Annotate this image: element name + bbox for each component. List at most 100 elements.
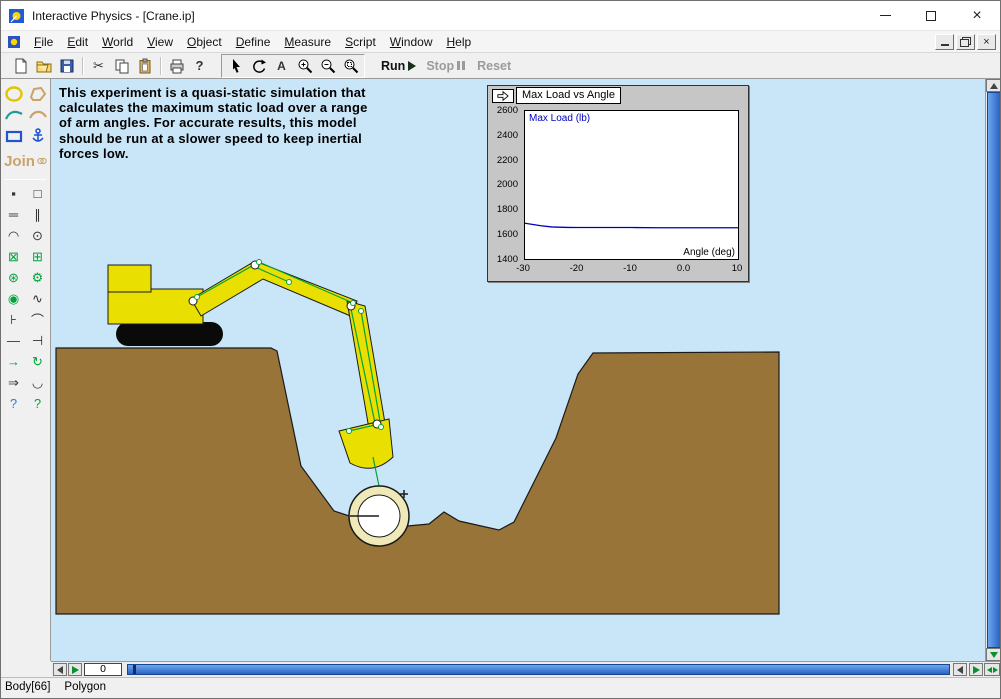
excavator-bucket[interactable] bbox=[339, 419, 393, 468]
help-button[interactable]: ? bbox=[188, 55, 211, 76]
excavator-boom[interactable] bbox=[191, 261, 357, 317]
step-back-button[interactable] bbox=[53, 663, 67, 676]
menu-item-world[interactable]: World bbox=[95, 33, 140, 51]
zoom-in-button[interactable] bbox=[293, 55, 316, 76]
palette-divider bbox=[5, 179, 46, 180]
vertical-slot-tool[interactable]: ∥ bbox=[26, 204, 50, 225]
close-button[interactable]: × bbox=[954, 1, 1000, 30]
zoom-in-icon bbox=[297, 58, 313, 74]
chart-series-label: Max Load (lb) bbox=[529, 113, 590, 124]
motor-tool[interactable]: ⊛ bbox=[2, 267, 26, 288]
horizontal-slot-tool[interactable]: ═ bbox=[2, 204, 26, 225]
menu-item-measure[interactable]: Measure bbox=[277, 33, 338, 51]
menu-bar: FileEditWorldViewObjectDefineMeasureScri… bbox=[1, 31, 1000, 53]
rope-tool[interactable]: ⌒ bbox=[26, 309, 50, 330]
rotate-tool-button[interactable] bbox=[247, 55, 270, 76]
chart-window[interactable]: Max Load vs Angle 2600240022002000180016… bbox=[487, 85, 749, 282]
mdi-restore-button[interactable] bbox=[956, 34, 975, 50]
load-gauge[interactable] bbox=[349, 486, 409, 546]
tape-play-button[interactable] bbox=[68, 663, 82, 676]
torque-tool[interactable]: ↻ bbox=[26, 351, 50, 372]
menu-item-script[interactable]: Script bbox=[338, 33, 383, 51]
scroll-down-button[interactable] bbox=[986, 648, 1001, 661]
spring-tool[interactable]: ∿ bbox=[26, 288, 50, 309]
menu-item-file[interactable]: File bbox=[27, 33, 60, 51]
curved-body-tool[interactable] bbox=[2, 104, 26, 125]
instruction-line: of arm angles. For accurate results, thi… bbox=[59, 115, 368, 130]
polygon-body-tool[interactable] bbox=[26, 83, 50, 104]
cut-button[interactable]: ✂ bbox=[87, 55, 110, 76]
excavator-cab[interactable] bbox=[108, 265, 151, 292]
document-icon[interactable] bbox=[7, 35, 21, 49]
curved-slot-tool[interactable]: ◠ bbox=[2, 225, 26, 246]
chart-x-ticks: -30-20-100.010 bbox=[510, 263, 750, 274]
minimize-button[interactable] bbox=[862, 1, 908, 30]
print-button[interactable] bbox=[165, 55, 188, 76]
new-document-button[interactable] bbox=[9, 55, 32, 76]
scroll-corner-buttons[interactable] bbox=[984, 663, 1000, 676]
pin-joint-tool[interactable]: ⊙ bbox=[26, 225, 50, 246]
circle-body-tool[interactable] bbox=[2, 83, 26, 104]
excavator-chassis[interactable] bbox=[108, 289, 203, 324]
tape-step-back-right-button[interactable] bbox=[953, 663, 967, 676]
reset-button[interactable]: Reset bbox=[477, 59, 511, 73]
measure-force-tool[interactable]: ? bbox=[26, 393, 50, 414]
save-button[interactable] bbox=[55, 55, 78, 76]
pulley-tool[interactable]: ◉ bbox=[2, 288, 26, 309]
zoom-window-button[interactable] bbox=[339, 55, 362, 76]
vertical-scroll-track[interactable] bbox=[987, 92, 1001, 648]
scroll-up-button[interactable] bbox=[986, 79, 1001, 92]
slot-joint-tool[interactable]: ⊞ bbox=[26, 246, 50, 267]
menu-item-view[interactable]: View bbox=[140, 33, 180, 51]
open-file-button[interactable] bbox=[32, 55, 55, 76]
menu-items: FileEditWorldViewObjectDefineMeasureScri… bbox=[27, 33, 478, 51]
menu-item-edit[interactable]: Edit bbox=[60, 33, 95, 51]
gear-joint-tool[interactable]: ⚙ bbox=[26, 267, 50, 288]
menu-item-help[interactable]: Help bbox=[439, 33, 478, 51]
x-tick-label: 0.0 bbox=[671, 263, 697, 274]
menu-item-define[interactable]: Define bbox=[229, 33, 278, 51]
curved-polygon-body-tool[interactable] bbox=[26, 104, 50, 125]
terrain-body[interactable] bbox=[56, 348, 779, 614]
paste-button[interactable] bbox=[133, 55, 156, 76]
copy-button[interactable] bbox=[110, 55, 133, 76]
mdi-close-button[interactable]: × bbox=[977, 34, 996, 50]
force-tool[interactable]: → bbox=[2, 351, 26, 372]
chart-line bbox=[525, 223, 738, 227]
square-point-joint-tool[interactable]: □ bbox=[26, 183, 50, 204]
mdi-minimize-button[interactable] bbox=[935, 34, 954, 50]
vertical-scrollbar[interactable] bbox=[985, 79, 1001, 661]
title-bar[interactable]: Interactive Physics - [Crane.ip] × bbox=[1, 1, 1000, 31]
separator-tool[interactable]: ⊣ bbox=[26, 330, 50, 351]
tape-scroll-track[interactable] bbox=[127, 664, 950, 675]
join-button[interactable]: Join bbox=[1, 146, 50, 176]
menu-item-object[interactable]: Object bbox=[180, 33, 229, 51]
tape-step-forward-button[interactable] bbox=[969, 663, 983, 676]
text-tool-button[interactable]: A bbox=[270, 55, 293, 76]
instruction-text[interactable]: This experiment is a quasi-static simula… bbox=[59, 85, 368, 161]
chart-arrow-button[interactable] bbox=[492, 89, 514, 103]
excavator-tracks[interactable] bbox=[116, 322, 223, 346]
frame-counter[interactable]: 0 bbox=[84, 663, 122, 676]
point-joint-tool[interactable]: ▪ bbox=[2, 183, 26, 204]
stop-button[interactable]: Stop bbox=[426, 59, 465, 73]
chart-title[interactable]: Max Load vs Angle bbox=[516, 87, 621, 104]
corner-right-icon bbox=[993, 667, 998, 673]
maximize-button[interactable] bbox=[908, 1, 954, 30]
toolbar: ✂ ? A Run Stop Reset bbox=[1, 53, 1000, 79]
run-button[interactable]: Run bbox=[381, 59, 416, 73]
actuator-tool[interactable]: ⇒ bbox=[2, 372, 26, 393]
excavator-stick[interactable] bbox=[347, 301, 385, 429]
rigid-joint-tool[interactable]: ⊠ bbox=[2, 246, 26, 267]
rotate-icon bbox=[251, 58, 267, 74]
rectangle-body-tool[interactable] bbox=[2, 125, 26, 146]
damper-tool[interactable]: ⊦ bbox=[2, 309, 26, 330]
zoom-out-button[interactable] bbox=[316, 55, 339, 76]
anchor-tool[interactable] bbox=[26, 125, 50, 146]
arrow-tool-button[interactable] bbox=[224, 55, 247, 76]
workspace-canvas[interactable]: This experiment is a quasi-static simula… bbox=[51, 79, 985, 661]
measure-length-tool[interactable]: ? bbox=[2, 393, 26, 414]
rod-tool[interactable]: — bbox=[2, 330, 26, 351]
menu-item-window[interactable]: Window bbox=[383, 33, 440, 51]
curved-rod-tool[interactable]: ◡ bbox=[26, 372, 50, 393]
